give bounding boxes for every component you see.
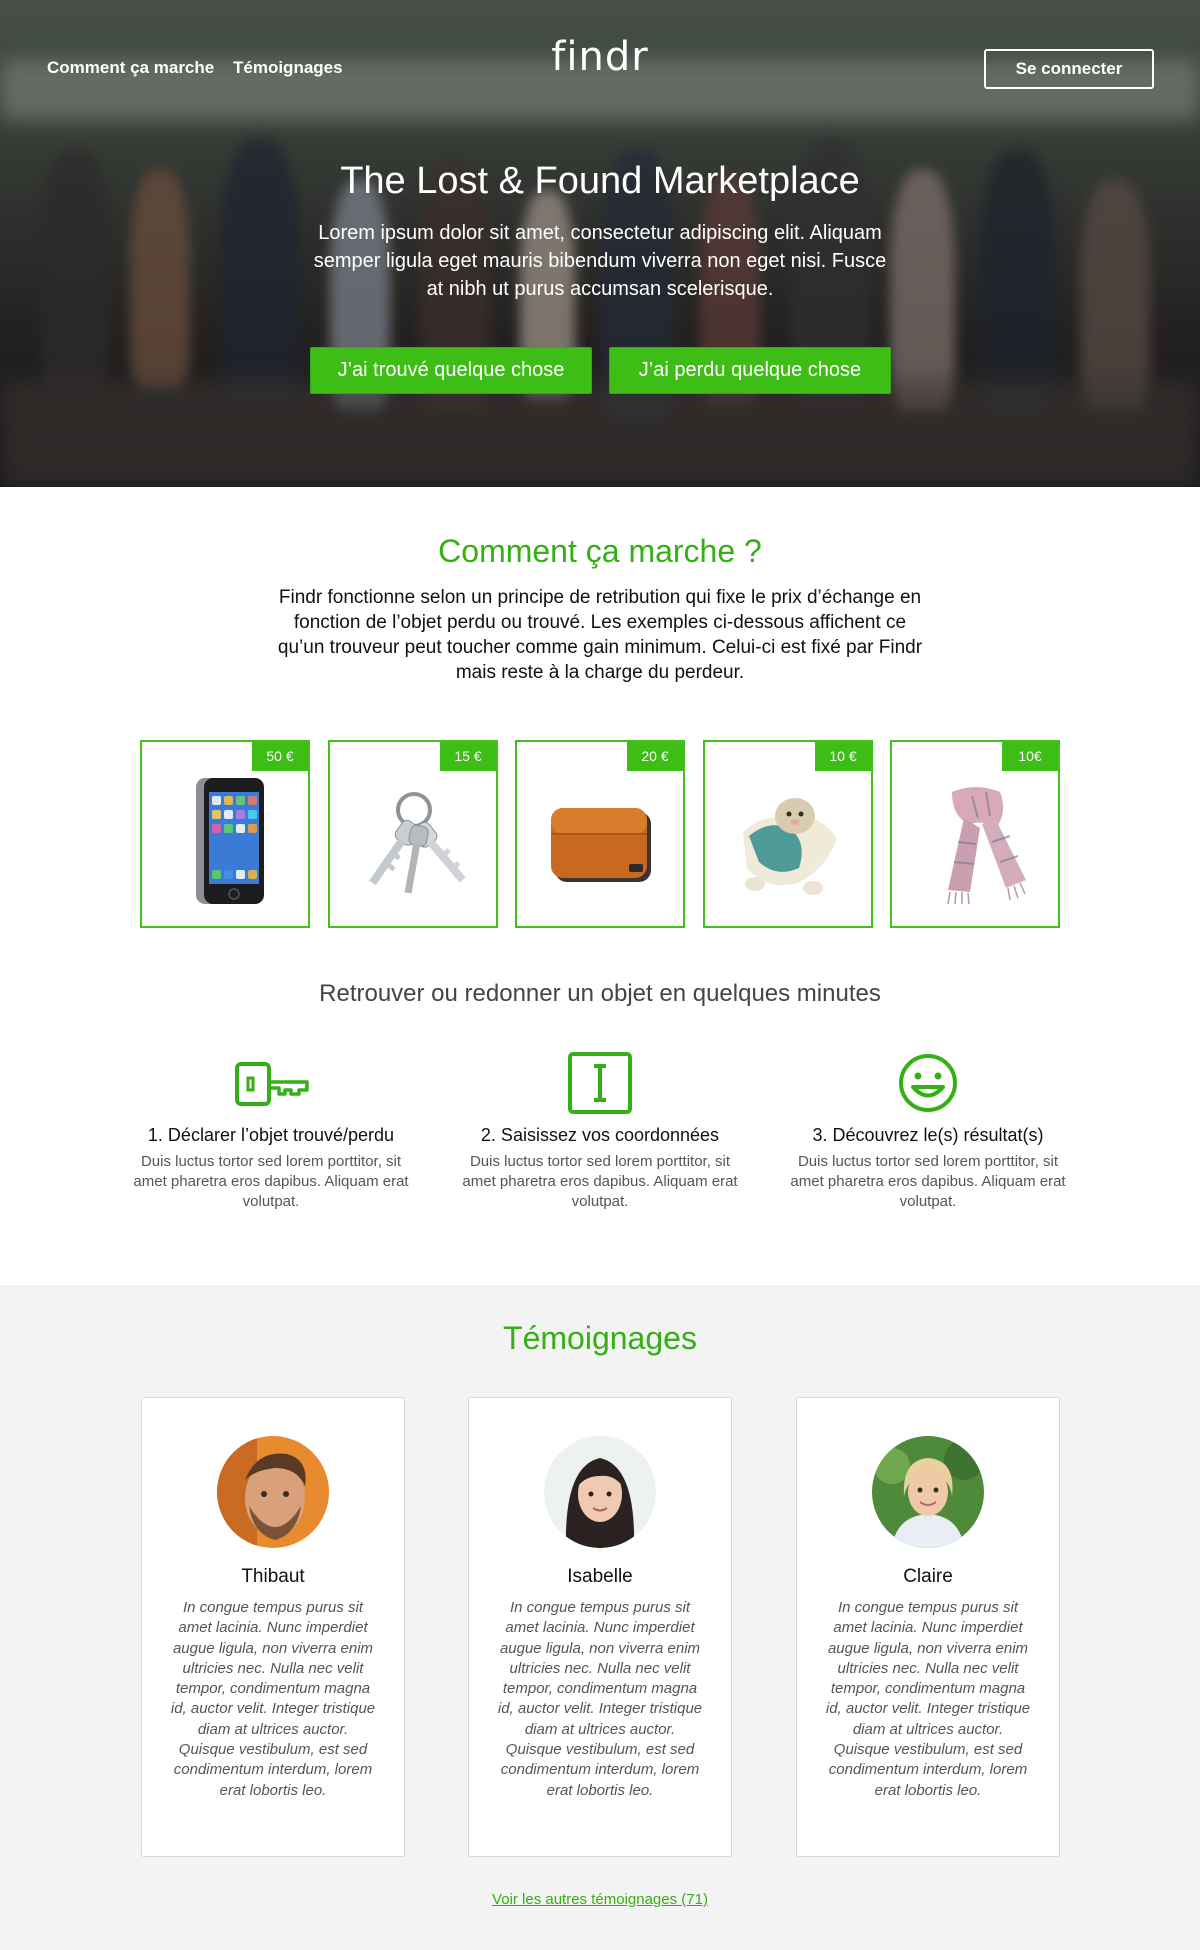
item-card-scarf[interactable]: 10€ (890, 740, 1060, 928)
smartphone-icon (196, 778, 264, 904)
wallet-icon (551, 808, 651, 882)
scarf-icon (947, 787, 1026, 905)
step-description: Duis luctus tortor sed lorem porttitor, … (133, 1153, 409, 1210)
item-card-plush-toy[interactable]: 10 € (703, 740, 873, 928)
step-title: 1. Déclarer l’objet trouvé/perdu (147, 1125, 395, 1145)
price-badge: 10 € (815, 742, 871, 771)
testimonial-card: Isabelle In congue tempus purus sit amet… (468, 1397, 732, 1857)
avatar-isabelle (544, 1436, 656, 1548)
testimonial-text: In congue tempus purus sit amet lacinia.… (497, 1599, 703, 1799)
hero-title: The Lost & Found Marketplace (340, 160, 860, 202)
testimonial-name: Thibaut (241, 1566, 305, 1587)
testimonial-card: Thibaut In congue tempus purus sit amet … (141, 1397, 405, 1857)
testimonial-text: In congue tempus purus sit amet lacinia.… (170, 1599, 376, 1799)
testimonial-name: Isabelle (567, 1566, 633, 1587)
step-declare: 1. Déclarer l’objet trouvé/perdu Duis lu… (126, 1052, 416, 1212)
id-card-icon (568, 1052, 632, 1114)
key-icon (235, 1062, 309, 1106)
item-card-smartphone[interactable]: 50 € (140, 740, 310, 928)
hero-banner: Comment ça marche Témoignages findr Se c… (0, 0, 1200, 487)
how-it-works-intro: Findr fonctionne selon un principe de re… (277, 587, 923, 683)
smiley-icon (899, 1054, 957, 1112)
testimonials-title: Témoignages (503, 1320, 697, 1356)
step-contact: 2. Saisissez vos coordonnées Duis luctus… (455, 1052, 745, 1212)
price-badge: 50 € (252, 742, 308, 771)
lost-something-button[interactable]: J’ai perdu quelque chose (609, 347, 891, 394)
avatar-thibaut (217, 1436, 329, 1548)
testimonial-text: In congue tempus purus sit amet lacinia.… (825, 1599, 1031, 1799)
steps-subheading: Retrouver ou redonner un objet en quelqu… (319, 980, 881, 1007)
testimonial-card: Claire In congue tempus purus sit amet l… (796, 1397, 1060, 1857)
item-card-keys[interactable]: 15 € (328, 740, 498, 928)
price-badge: 15 € (440, 742, 496, 771)
keys-icon (369, 792, 466, 894)
step-description: Duis luctus tortor sed lorem porttitor, … (790, 1153, 1066, 1210)
step-title: 2. Saisissez vos coordonnées (480, 1125, 720, 1145)
price-badge: 20 € (627, 742, 683, 771)
step-description: Duis luctus tortor sed lorem porttitor, … (462, 1153, 738, 1210)
more-testimonials-link[interactable]: Voir les autres témoignages (71) (0, 1891, 1200, 1908)
item-card-wallet[interactable]: 20 € (515, 740, 685, 928)
avatar-claire (872, 1436, 984, 1548)
login-button[interactable]: Se connecter (984, 49, 1154, 89)
plush-toy-icon (743, 798, 837, 895)
hero-subtitle: Lorem ipsum dolor sit amet, consectetur … (313, 222, 887, 300)
step-results: 3. Découvrez le(s) résultat(s) Duis luct… (783, 1052, 1073, 1212)
price-badge: 10€ (1002, 742, 1058, 771)
found-something-button[interactable]: J’ai trouvé quelque chose (310, 347, 592, 394)
testimonial-name: Claire (903, 1566, 953, 1587)
how-it-works-title: Comment ça marche ? (438, 533, 762, 569)
step-title: 3. Découvrez le(s) résultat(s) (812, 1125, 1044, 1145)
